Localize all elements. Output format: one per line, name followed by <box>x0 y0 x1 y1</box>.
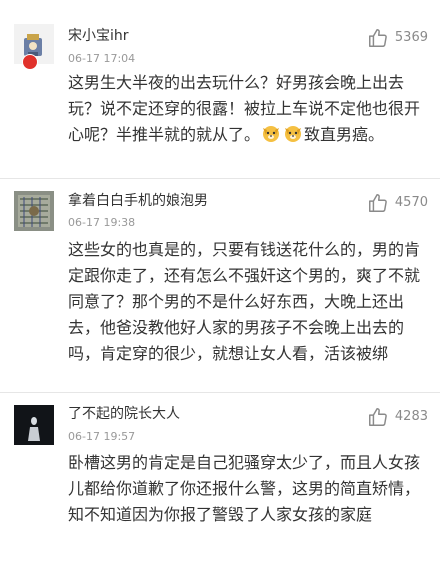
avatar[interactable] <box>14 405 54 445</box>
avatar[interactable] <box>14 191 54 231</box>
dog-face-emoji <box>263 126 280 142</box>
comment-item: 宋小宝ihr 06-17 17:04 5369 这男生大半夜的出去玩什么？好男孩… <box>0 0 440 188</box>
comment-username[interactable]: 宋小宝ihr <box>68 27 129 45</box>
thumbs-up-icon <box>368 408 387 426</box>
comment-text: 这些女的也真是的，只要有钱送花什么的，男的肯定跟你走了，还有怎么不强奸这个男的，… <box>68 240 421 363</box>
comment-item: 拿着白白手机的娘泡男 06-17 19:38 4570 这些女的也真是的，只要有… <box>0 179 440 387</box>
like-button[interactable]: 4570 <box>367 192 428 214</box>
thumbs-up-icon <box>368 194 387 212</box>
thumbs-up-icon <box>368 29 387 47</box>
like-count: 5369 <box>394 30 428 45</box>
dog-face-emoji <box>285 126 302 142</box>
comment-username[interactable]: 了不起的院长大人 <box>68 405 180 423</box>
comment-time: 06-17 19:38 <box>68 216 136 229</box>
comment-time: 06-17 19:57 <box>68 430 136 443</box>
comment-text: 卧槽这男的肯定是自己犯骚穿太少了，而且人女孩儿都给你道歉了你还报什么警，这男的简… <box>68 453 421 524</box>
like-button[interactable]: 5369 <box>367 27 428 49</box>
like-count: 4570 <box>394 195 428 210</box>
comment-username[interactable]: 拿着白白手机的娘泡男 <box>68 192 208 210</box>
comment-text: 这男生大半夜的出去玩什么？好男孩会晚上出去玩？说不定还穿的很露！被拉上车说不定他… <box>68 70 430 148</box>
comment-item: 了不起的院长大人 06-17 19:57 4283 卧槽这男的肯定是自己犯骚穿太… <box>0 393 440 564</box>
like-button[interactable]: 4283 <box>367 406 428 428</box>
like-count: 4283 <box>394 409 428 424</box>
comment-text-tail: 致直男癌。 <box>304 125 385 144</box>
comment-time: 06-17 17:04 <box>68 52 136 65</box>
verified-badge-icon <box>22 54 38 70</box>
